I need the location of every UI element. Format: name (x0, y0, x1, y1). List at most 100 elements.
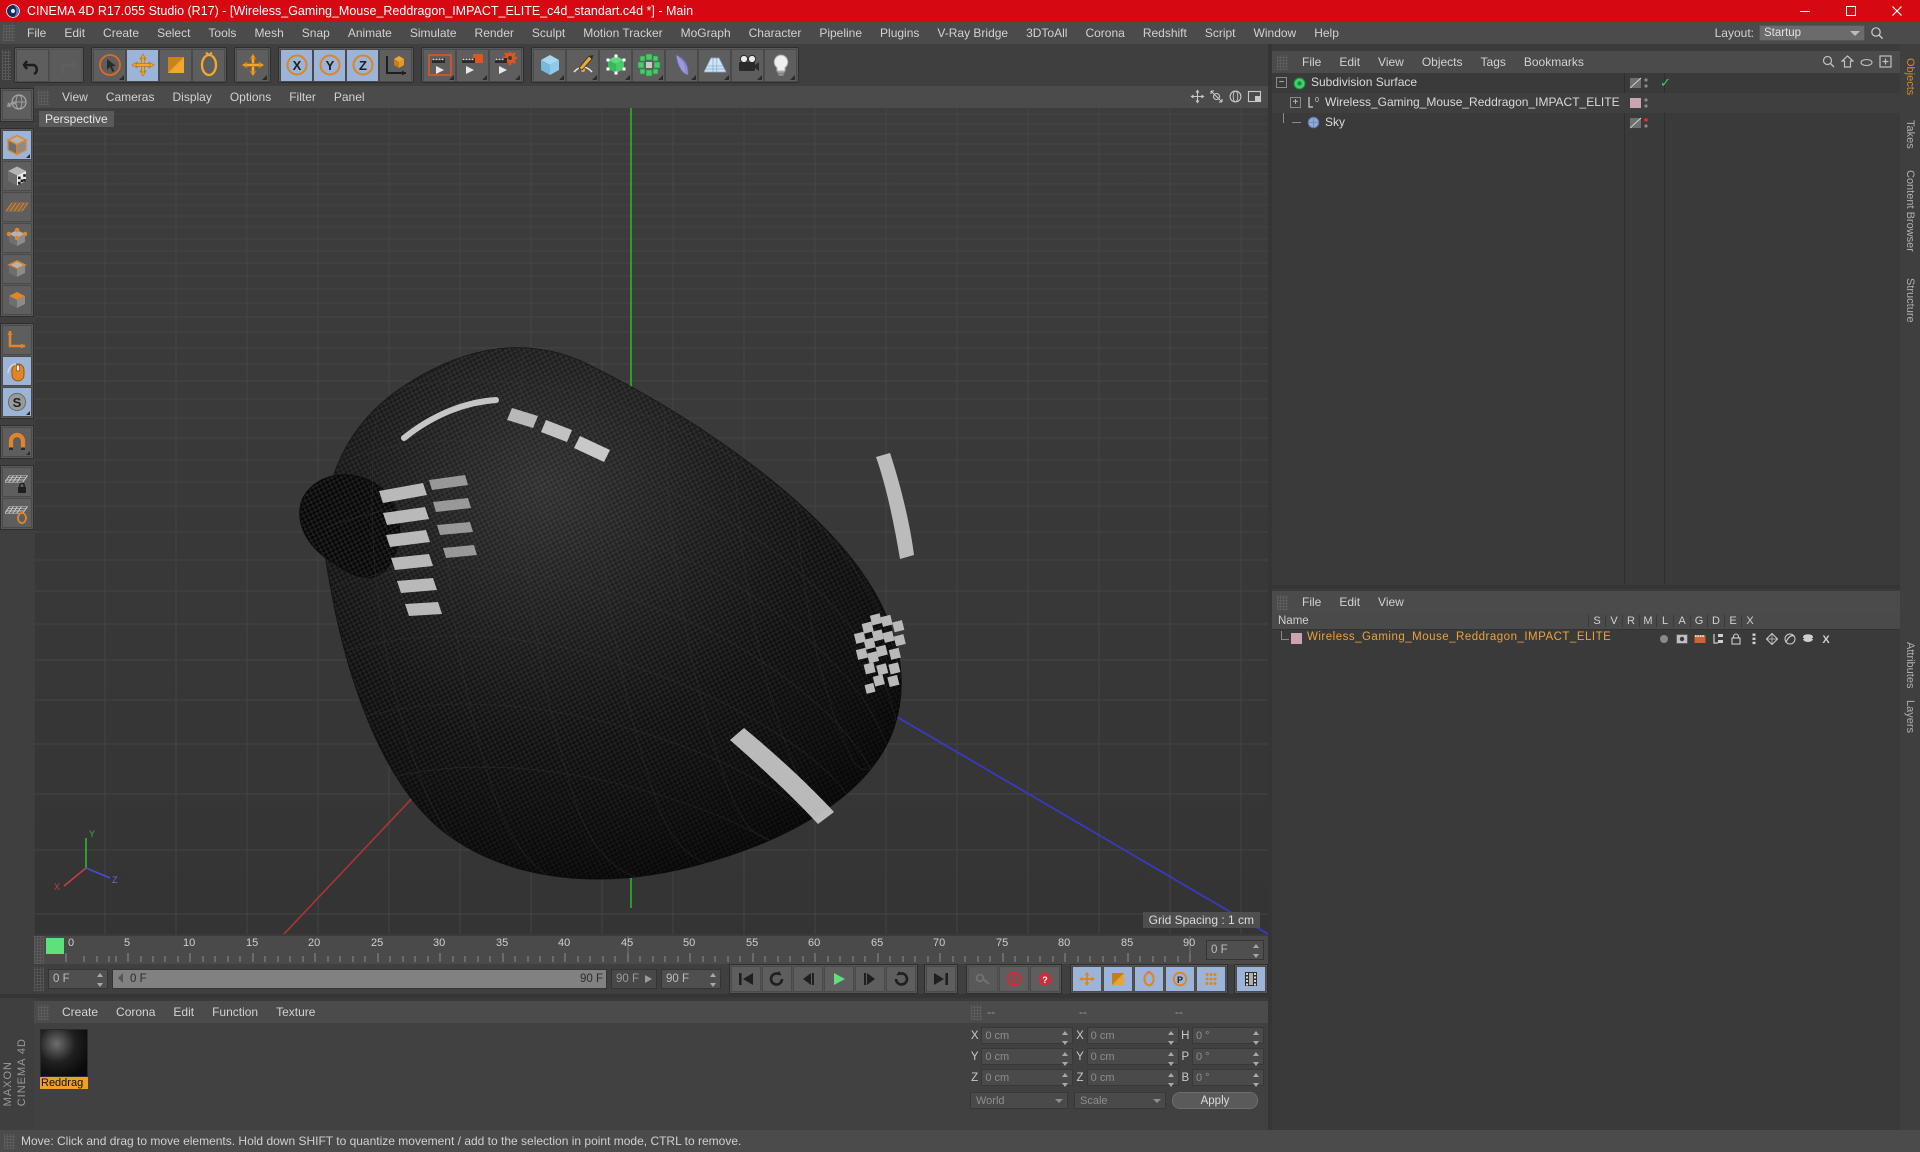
layer-color-swatch[interactable] (1291, 633, 1302, 644)
preview-range-scrubber[interactable]: 0 F 90 F (112, 969, 607, 989)
timeline-frame-field-right[interactable]: 0 F (1206, 940, 1264, 960)
material-tag-icon[interactable] (1630, 97, 1654, 112)
coord-size-y-input[interactable]: 0 cm (1086, 1048, 1179, 1066)
y-axis-lock[interactable]: Y (313, 48, 346, 82)
lock-workplane-button[interactable] (2, 467, 32, 497)
xpresso-toggle-icon[interactable]: X (1820, 633, 1832, 648)
scale-tool[interactable] (159, 48, 192, 82)
spinner-icon[interactable] (97, 973, 104, 987)
menu-item-script[interactable]: Script (1196, 22, 1245, 44)
timeline-filmstrip-button[interactable] (1236, 966, 1266, 992)
record-active-objects-button[interactable] (999, 966, 1029, 992)
viewport-menu-filter[interactable]: Filter (280, 86, 325, 108)
rotation-key-button[interactable] (1134, 966, 1164, 992)
deformer-toggle-icon[interactable] (1784, 633, 1796, 648)
move-tool[interactable] (126, 48, 159, 82)
status-bar-grip[interactable] (4, 1133, 15, 1149)
material-manager-body[interactable]: Reddrag (34, 1023, 966, 1130)
spinner-icon[interactable] (1252, 1031, 1260, 1045)
column-header-r[interactable]: R (1622, 615, 1639, 627)
spinner-icon[interactable] (1252, 1052, 1260, 1066)
menu-item-motion-tracker[interactable]: Motion Tracker (574, 22, 671, 44)
viewport-maximize-icon[interactable] (1247, 89, 1262, 107)
home-up-icon[interactable] (1840, 55, 1855, 71)
apply-button[interactable]: Apply (1172, 1092, 1258, 1109)
object-menu-edit[interactable]: Edit (1330, 51, 1369, 73)
column-header-m[interactable]: M (1639, 615, 1656, 627)
column-header-x[interactable]: X (1741, 615, 1758, 627)
toolbar-grip[interactable] (2, 50, 11, 80)
expander-minus-icon[interactable]: − (1276, 77, 1287, 88)
preview-end-small-field[interactable]: 90 F (611, 969, 657, 989)
object-menu-objects[interactable]: Objects (1413, 51, 1472, 73)
object-manager-row[interactable]: + 0 Wireless_Gaming_Mouse_Reddragon_IMPA… (1272, 93, 1900, 113)
menu-item-snap[interactable]: Snap (293, 22, 339, 44)
add-deformer-button[interactable] (665, 48, 698, 82)
coord-rot-p-input[interactable]: 0 ° (1191, 1048, 1264, 1066)
coord-rot-b-input[interactable]: 0 ° (1191, 1069, 1264, 1087)
attribute-menu-file[interactable]: File (1293, 591, 1330, 613)
points-mode-button[interactable] (2, 223, 32, 253)
render-settings-button[interactable] (489, 48, 522, 82)
scrubber-left-handle-icon[interactable] (116, 972, 126, 987)
attribute-menu-edit[interactable]: Edit (1330, 591, 1369, 613)
polygons-mode-button[interactable] (2, 285, 32, 315)
tool-options-corner[interactable] (658, 74, 663, 80)
menu-item-create[interactable]: Create (94, 22, 148, 44)
tool-options-corner[interactable] (691, 74, 696, 80)
tool-options-corner[interactable] (724, 74, 729, 80)
layout-dropdown[interactable]: Startup (1759, 25, 1865, 41)
menu-item-character[interactable]: Character (740, 22, 811, 44)
point-level-animation-button[interactable] (1196, 966, 1226, 992)
move-alt-tool[interactable] (236, 48, 269, 82)
object-manager-row[interactable]: Sky (1272, 113, 1900, 133)
render-to-picture-viewer-button[interactable] (456, 48, 489, 82)
object-manager-grip[interactable] (1277, 54, 1288, 70)
scale-mode-dropdown[interactable]: Scale (1074, 1092, 1166, 1109)
add-spline-button[interactable] (566, 48, 599, 82)
material-manager-grip[interactable] (38, 1004, 49, 1020)
play-backwards-key-button[interactable] (762, 966, 792, 992)
layer-row[interactable]: Wireless_Gaming_Mouse_Reddragon_IMPACT_E… (1272, 630, 1900, 647)
live-selection-tool[interactable] (93, 48, 126, 82)
material-menu-edit[interactable]: Edit (164, 1001, 203, 1023)
scale-key-button[interactable] (1103, 966, 1133, 992)
tool-options-corner[interactable] (26, 451, 30, 455)
expression-toggle-icon[interactable] (1802, 633, 1814, 648)
parameter-key-button[interactable]: P (1165, 966, 1195, 992)
viewport-menu-options[interactable]: Options (221, 86, 280, 108)
enable-snap-button[interactable] (2, 427, 32, 457)
viewport-menu-panel[interactable]: Panel (325, 86, 374, 108)
previous-frame-button[interactable] (793, 966, 823, 992)
go-to-start-button[interactable] (731, 966, 761, 992)
viewport-menu-view[interactable]: View (53, 86, 97, 108)
spinner-icon[interactable] (1253, 944, 1260, 958)
material-item[interactable]: Reddrag (40, 1029, 88, 1089)
attribute-manager-grip[interactable] (1277, 594, 1288, 610)
menu-item-render[interactable]: Render (466, 22, 523, 44)
spinner-icon[interactable] (1252, 1073, 1260, 1087)
dock-tab-content-browser[interactable]: Content Browser (1902, 164, 1918, 258)
dock-tab-structure[interactable]: Structure (1902, 272, 1918, 329)
material-preview-thumbnail[interactable] (40, 1029, 88, 1077)
dock-tab-layers[interactable]: Layers (1902, 694, 1918, 739)
spinner-icon[interactable] (1062, 1052, 1069, 1066)
object-menu-tags[interactable]: Tags (1472, 51, 1515, 73)
menu-item-mograph[interactable]: MoGraph (672, 22, 740, 44)
tool-options-corner[interactable] (262, 74, 267, 80)
column-header-s[interactable]: S (1588, 615, 1605, 627)
object-menu-file[interactable]: File (1293, 51, 1330, 73)
dock-tab-takes[interactable]: Takes (1902, 114, 1918, 155)
animation-toggle-icon[interactable] (1748, 633, 1760, 648)
column-header-a[interactable]: A (1673, 615, 1690, 627)
menu-item-file[interactable]: File (18, 22, 55, 44)
visibility-dots-icon[interactable] (1629, 117, 1654, 132)
search-icon[interactable] (1870, 26, 1884, 40)
spinner-icon[interactable] (1167, 1073, 1175, 1087)
viewport-scale-icon[interactable] (1209, 89, 1224, 107)
spinner-icon[interactable] (1167, 1031, 1175, 1045)
texture-mode-button[interactable] (2, 161, 32, 191)
world-object-axis-toggle[interactable] (379, 48, 412, 82)
end-frame-field[interactable]: 90 F (661, 969, 721, 989)
menu-item-plugins[interactable]: Plugins (871, 22, 928, 44)
